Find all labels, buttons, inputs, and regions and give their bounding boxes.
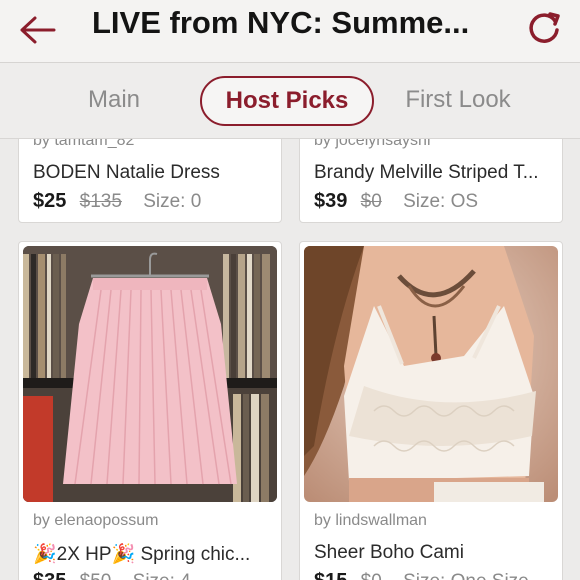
listing-price-row: $39 $0 Size: OS (314, 190, 478, 213)
listing-size: Size: OS (403, 191, 479, 212)
listing-original-price: $0 (360, 191, 382, 212)
back-button[interactable] (14, 6, 62, 54)
listing-original-price: $0 (361, 571, 382, 580)
listing-price: $25 (33, 190, 67, 212)
header-bar: LIVE from NYC: Summe... (0, 0, 580, 63)
tab-bar: Main Host Picks First Look (0, 63, 580, 139)
listing-card[interactable]: by lindswallman Sheer Boho Cami $15 $0 S… (299, 241, 563, 580)
listing-size: Size: 0 (143, 191, 202, 212)
listing-seller[interactable]: by tamtam_82 (33, 139, 134, 150)
back-arrow-icon (20, 16, 56, 44)
listing-title[interactable]: Brandy Melville Striped T... (314, 162, 548, 184)
pleated-skirt-photo (23, 246, 277, 502)
listing-seller[interactable]: by lindswallman (314, 512, 427, 530)
listing-photo[interactable] (304, 246, 558, 502)
listing-title[interactable]: 🎉2X HP🎉 Spring chic... (33, 542, 267, 566)
listing-card[interactable]: by elenaopossum 🎉2X HP🎉 Spring chic... $… (18, 241, 282, 580)
listing-original-price: $50 (80, 571, 112, 580)
page-title: LIVE from NYC: Summe... (92, 6, 470, 40)
listing-grid: by tamtam_82 BODEN Natalie Dress $25 $13… (0, 139, 580, 580)
listing-photo[interactable] (23, 246, 277, 502)
boho-cami-photo (304, 246, 558, 502)
refresh-icon (529, 12, 560, 43)
listing-price-row: $25 $135 Size: 0 (33, 190, 201, 213)
listing-price: $35 (33, 570, 66, 580)
listing-card[interactable]: by tamtam_82 BODEN Natalie Dress $25 $13… (18, 139, 282, 223)
listing-size: Size: One Size (403, 571, 529, 580)
refresh-button[interactable] (520, 4, 568, 52)
listing-price-row: $35 $50 Size: 4 (33, 570, 191, 580)
tab-main[interactable]: Main (68, 76, 160, 124)
listing-original-price: $135 (79, 191, 122, 212)
tab-host-picks[interactable]: Host Picks (200, 76, 374, 126)
app-screen: LIVE from NYC: Summe... Main Host Picks … (0, 0, 580, 580)
listing-price: $39 (314, 190, 348, 212)
listing-seller[interactable]: by jocelynsayshi (314, 139, 431, 150)
listing-card[interactable]: by jocelynsayshi Brandy Melville Striped… (299, 139, 563, 223)
listing-price: $15 (314, 570, 347, 580)
listing-title[interactable]: BODEN Natalie Dress (33, 162, 267, 184)
listing-seller[interactable]: by elenaopossum (33, 512, 158, 530)
tab-first-look[interactable]: First Look (392, 76, 524, 124)
listing-price-row: $15 $0 Size: One Size (314, 570, 529, 580)
listing-size: Size: 4 (133, 571, 191, 580)
listing-title[interactable]: Sheer Boho Cami (314, 542, 548, 564)
